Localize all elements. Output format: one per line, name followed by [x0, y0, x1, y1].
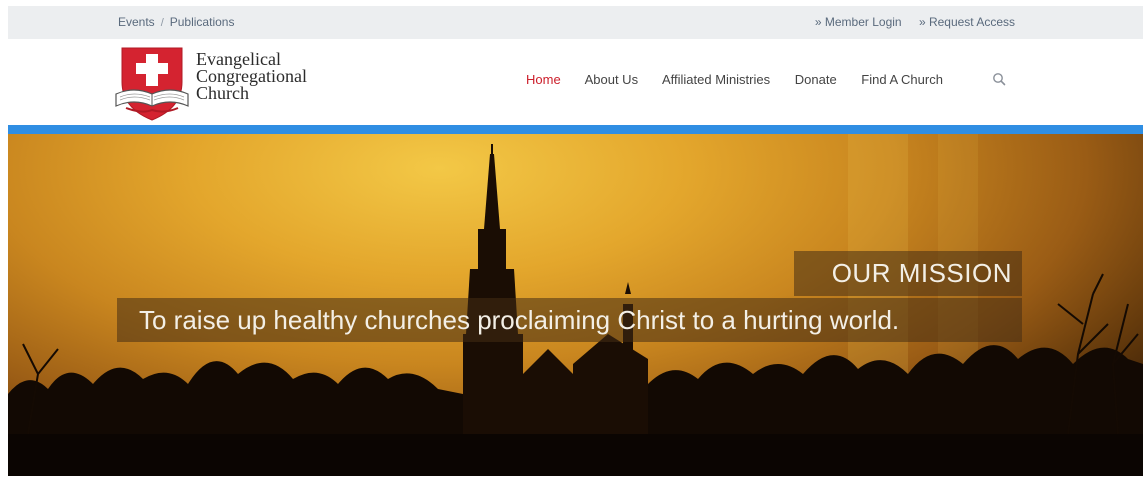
page: Events / Publications » Member Login » Req…	[8, 6, 1143, 476]
publications-link[interactable]: Publications	[170, 15, 235, 29]
mission-statement: To raise up healthy churches proclaiming…	[117, 298, 1022, 342]
search-icon[interactable]	[991, 71, 1007, 87]
nav-home[interactable]: Home	[526, 72, 561, 87]
site-header: Evangelical Congregational Church Home A…	[8, 39, 1143, 125]
utility-links: Events / Publications	[118, 15, 234, 29]
mission-heading: OUR MISSION	[794, 251, 1022, 296]
crumb-separator: /	[160, 17, 164, 29]
nav-affiliated-ministries[interactable]: Affiliated Ministries	[662, 72, 770, 87]
nav-find-a-church[interactable]: Find A Church	[861, 72, 943, 87]
member-login-link[interactable]: » Member Login	[815, 15, 902, 29]
utility-bar: Events / Publications » Member Login » Req…	[8, 6, 1143, 39]
main-nav: Home About Us Affiliated Ministries Dona…	[526, 72, 1006, 87]
events-link[interactable]: Events	[118, 15, 155, 29]
account-links: » Member Login » Request Access	[801, 15, 1015, 29]
logo-line-3: Church	[196, 83, 249, 103]
request-access-link[interactable]: » Request Access	[919, 15, 1015, 29]
ecc-shield-logo-icon	[115, 47, 189, 121]
hero-banner: OUR MISSION To raise up healthy churches…	[8, 134, 1143, 476]
nav-about-us[interactable]: About Us	[585, 72, 638, 87]
header-accent-bar	[8, 125, 1143, 134]
nav-donate[interactable]: Donate	[795, 72, 837, 87]
site-logo[interactable]: Evangelical Congregational Church	[112, 42, 352, 122]
logo-wordmark: Evangelical Congregational Church	[196, 50, 307, 103]
